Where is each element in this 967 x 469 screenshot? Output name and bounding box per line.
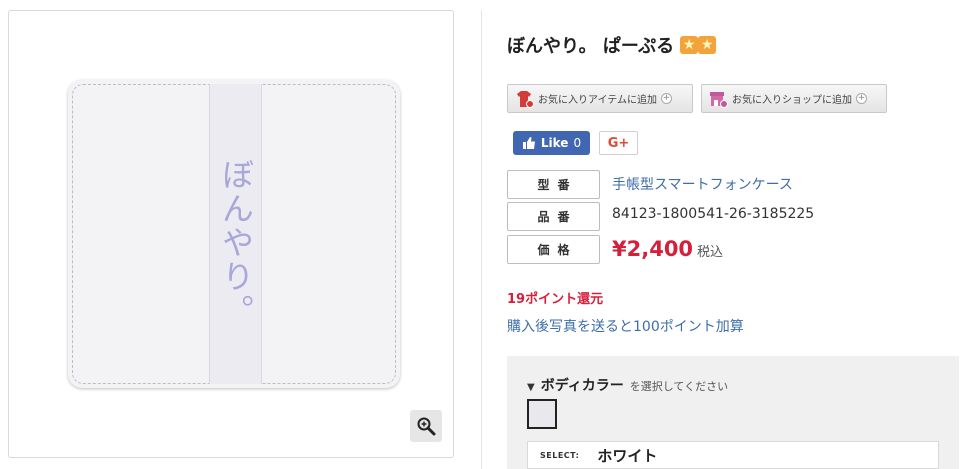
product-image-panel[interactable]: ぼんやり。 (8, 10, 454, 458)
item-number-label: 品番 (507, 202, 600, 231)
thumbs-up-icon (522, 137, 535, 149)
option-name: ボディカラー (540, 378, 624, 394)
point-reward: 19ポイント還元 (507, 292, 604, 307)
case-print-text: ぼんやり。 (217, 158, 255, 328)
product-title-row: ぼんやり。 ぱーぷる ★ ★ (507, 32, 717, 58)
price-label: 価格 (507, 235, 600, 264)
add-favorite-item-label: お気に入りアイテムに追加 (538, 95, 657, 106)
product-image: ぼんやり。 (68, 80, 400, 388)
zoom-icon (417, 417, 436, 436)
model-value-link[interactable]: 手帳型スマートフォンケース (612, 174, 793, 194)
select-label: SELECT: (540, 450, 580, 460)
shop-icon (710, 91, 728, 108)
option-hint: を選択してください (629, 380, 729, 393)
zoom-button[interactable] (410, 410, 442, 442)
facebook-like-label: Like (540, 136, 569, 150)
plus-icon: + (661, 93, 672, 104)
facebook-like-count: 0 (573, 136, 582, 150)
rating-badges: ★ ★ (680, 36, 717, 54)
option-header[interactable]: ▼ ボディカラー を選択してください (527, 375, 728, 395)
product-title: ぼんやり。 ぱーぷる (507, 36, 675, 57)
add-favorite-shop-label: お気に入りショップに追加 (732, 95, 852, 106)
column-divider (481, 10, 482, 469)
selected-option-row: SELECT: ホワイト (527, 441, 939, 469)
price-row: ¥2,400 税込 (612, 237, 723, 261)
photo-bonus-link[interactable]: 購入後写真を送ると100ポイント加算 (507, 316, 744, 336)
plus-icon: + (856, 93, 867, 104)
google-plus-label: G+ (607, 135, 630, 151)
selected-option-value: ホワイト (597, 446, 658, 465)
google-plus-button[interactable]: G+ (599, 131, 638, 155)
model-label: 型番 (507, 170, 600, 199)
facebook-like-button[interactable]: Like 0 (513, 131, 590, 155)
add-favorite-item-button[interactable]: お気に入りアイテムに追加 + (507, 84, 693, 113)
item-number-value: 84123-1800541-26-3185225 (612, 206, 815, 222)
color-swatch-white[interactable] (527, 399, 557, 429)
shirt-icon (517, 90, 534, 108)
star-badge-icon: ★ (680, 36, 699, 54)
add-favorite-shop-button[interactable]: お気に入りショップに追加 + (701, 84, 887, 113)
star-badge-icon: ★ (698, 36, 717, 54)
tax-note: 税込 (697, 245, 724, 260)
caret-down-icon: ▼ (527, 382, 535, 393)
price-value: ¥2,400 (612, 237, 694, 261)
